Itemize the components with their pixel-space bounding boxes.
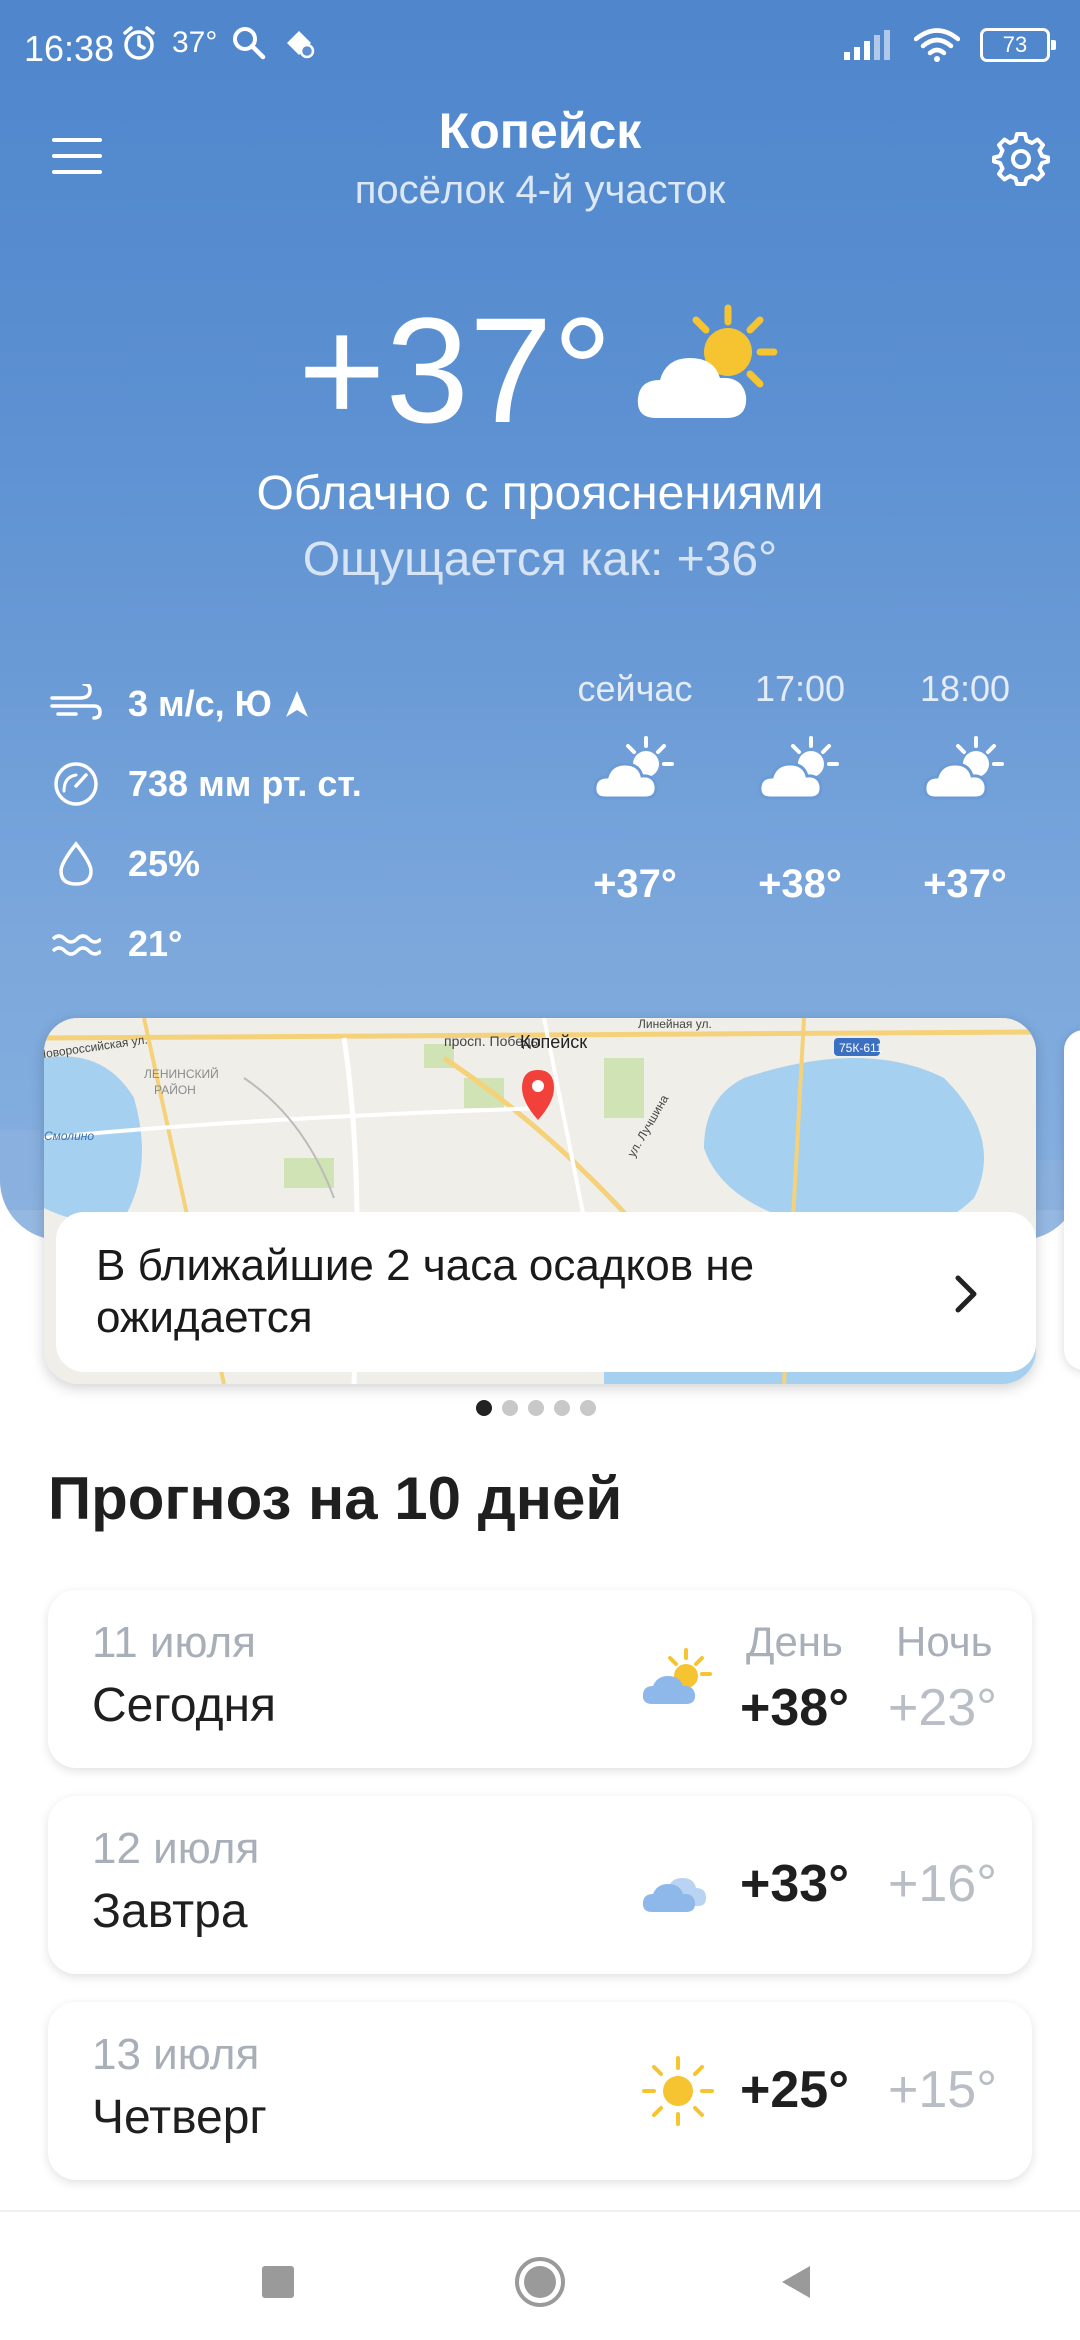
home-circle-icon[interactable] <box>513 2255 567 2309</box>
hour-icon-wrap <box>890 714 1040 824</box>
wind-icon-wrap <box>48 679 104 729</box>
pressure-value: 738 мм рт. ст. <box>128 763 362 804</box>
settings-gear-icon[interactable] <box>992 130 1050 188</box>
precipitation-text: В ближайшие 2 часа осадков не ожидается <box>96 1241 755 1342</box>
water-icon-wrap <box>48 919 104 969</box>
map-label-district: ЛЕНИНСКИЙ <box>144 1066 219 1081</box>
day-name: Четверг <box>92 2091 267 2144</box>
hour-icon-wrap <box>725 714 875 824</box>
wind-direction-arrow-icon <box>285 691 308 717</box>
water-drop-icon <box>59 841 93 886</box>
day-column-header: День <box>746 1618 843 1665</box>
map-label-city: Копейск <box>520 1032 587 1052</box>
partly-cloudy-icon <box>758 736 839 800</box>
map-label-district: РАЙОН <box>154 1082 196 1097</box>
hour-column[interactable]: 17:00 +38° <box>725 664 875 907</box>
humidity-icon-wrap <box>48 839 104 889</box>
system-nav-bar <box>0 2210 1080 2340</box>
night-column-header: Ночь <box>896 1618 993 1665</box>
day-date: 11 июля <box>92 1618 257 1667</box>
status-temp: 37° <box>172 26 218 59</box>
hour-temp: +38° <box>758 862 842 906</box>
carousel-dot <box>554 1400 570 1416</box>
hour-label: 17:00 <box>754 668 846 709</box>
hourly-forecast[interactable]: сейчас +37° 17:00 +38° 18:00 +37° <box>560 664 1040 907</box>
status-icons-right: 73 <box>844 28 1056 62</box>
pressure-row: 738 мм рт. ст. <box>48 744 448 824</box>
wind-value: 3 м/с, Ю <box>128 683 272 724</box>
forecast-day-card[interactable]: 11 июля Сегодня День Ночь +38° +23° <box>48 1590 1032 1768</box>
hour-label: сейчас <box>577 668 693 709</box>
forecast-title: Прогноз на 10 дней <box>48 1465 623 1532</box>
battery-indicator: 73 <box>980 28 1056 62</box>
map-label-street: Линейная ул. <box>638 1018 712 1031</box>
next-card-peek[interactable] <box>1064 1030 1080 1370</box>
recent-apps-square-icon[interactable] <box>258 2262 298 2302</box>
hour-temp: +37° <box>593 862 677 906</box>
cloudy-icon <box>642 1878 706 1912</box>
notification-app-icon <box>287 31 315 59</box>
carousel-dot <box>528 1400 544 1416</box>
wifi-icon <box>914 28 960 62</box>
day-date: 13 июля <box>92 2030 260 2079</box>
status-bar: 16:38 37° 73 <box>0 0 1080 100</box>
signal-icon <box>844 30 890 60</box>
water-temp-row: 21° <box>48 904 448 984</box>
night-temp: +15° <box>888 2061 998 2119</box>
day-date: 12 июля <box>92 1824 260 1873</box>
day-name: Завтра <box>92 1885 248 1938</box>
water-temp-value: 21° <box>128 923 183 964</box>
city-name[interactable]: Копейск <box>0 102 1080 160</box>
day-name: Сегодня <box>92 1679 276 1732</box>
weather-app: 16:38 37° 73 Копейск посёлок 4-й участок… <box>0 0 1080 2340</box>
map-label-smolino: Смолино <box>44 1129 94 1143</box>
chevron-right-icon <box>955 1275 977 1313</box>
search-icon <box>233 27 266 60</box>
precipitation-banner[interactable]: В ближайшие 2 часа осадков не ожидается <box>56 1212 1036 1372</box>
hour-icon-wrap <box>560 714 710 824</box>
partly-cloudy-icon <box>923 736 1004 800</box>
forecast-day-card[interactable]: 13 июля Четверг +25° +15° <box>48 2002 1032 2180</box>
feels-like-text: Ощущается как: +36° <box>302 533 778 586</box>
pressure-gauge-icon <box>54 762 98 806</box>
carousel-dot <box>580 1400 596 1416</box>
wind-icon <box>50 684 102 720</box>
hour-label: 18:00 <box>919 668 1011 709</box>
partly-cloudy-icon <box>637 304 778 418</box>
day-temp: +25° <box>740 2061 850 2119</box>
sun-icon <box>642 2056 714 2126</box>
humidity-value: 25% <box>128 843 201 884</box>
wind-row: 3 м/с, Ю <box>48 664 448 744</box>
carousel-indicator <box>476 1400 596 1416</box>
carousel-dot <box>502 1400 518 1416</box>
current-temperature: +37° <box>298 286 613 454</box>
day-temp: +33° <box>740 1855 850 1913</box>
hour-column[interactable]: 18:00 +37° <box>890 664 1040 907</box>
hour-temp: +37° <box>923 862 1007 906</box>
partly-cloudy-icon <box>593 736 674 800</box>
back-triangle-icon[interactable] <box>776 2262 816 2302</box>
weather-details: 3 м/с, Ю 738 мм рт. ст. 25% 21° <box>48 664 448 984</box>
status-time: 16:38 <box>24 28 115 69</box>
map-label-road: 75К-611 <box>839 1041 883 1055</box>
forecast-day-card[interactable]: 12 июля Завтра +33° +16° <box>48 1796 1032 1974</box>
day-temp: +38° <box>740 1679 850 1737</box>
condition-text: Облачно с прояснениями <box>256 467 824 520</box>
district-name[interactable]: посёлок 4-й участок <box>0 168 1080 213</box>
humidity-row: 25% <box>48 824 448 904</box>
night-temp: +16° <box>888 1855 998 1913</box>
alarm-icon <box>123 26 155 60</box>
water-waves-icon <box>51 934 101 956</box>
carousel-dot <box>476 1400 492 1416</box>
night-temp: +23° <box>888 1679 998 1737</box>
status-icons-left: 37° <box>120 24 317 62</box>
partly-cloudy-icon <box>642 1648 712 1704</box>
pressure-icon-wrap <box>48 759 104 809</box>
hour-column[interactable]: сейчас +37° <box>560 664 710 907</box>
